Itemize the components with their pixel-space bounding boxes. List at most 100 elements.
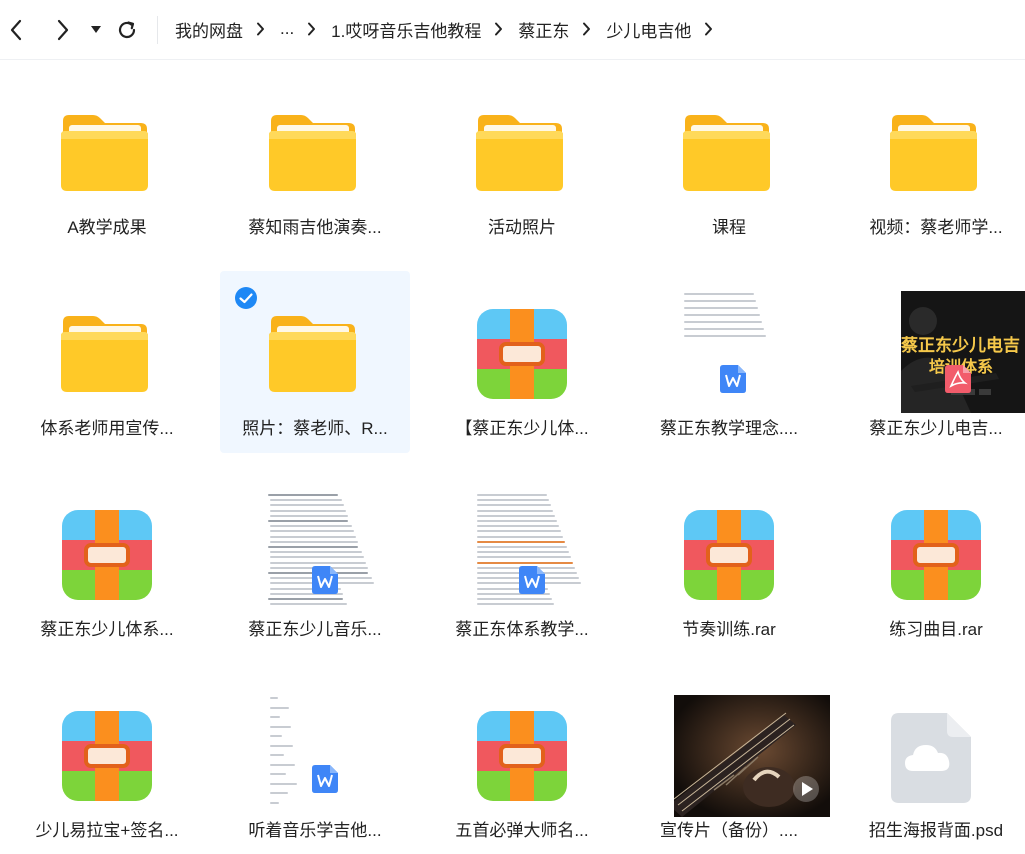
toolbar-divider [157,16,158,44]
file-name: A教学成果 [67,218,147,237]
file-item-folder[interactable]: 蔡知雨吉他演奏... [220,70,410,252]
file-name: 蔡知雨吉他演奏... [248,218,382,237]
folder-icon [269,316,356,392]
document-preview [678,289,794,413]
word-file-icon [312,566,338,594]
file-thumbnail [841,472,1025,612]
file-thumbnail [634,673,830,817]
poster-preview: 蔡正东少儿电吉 培训体系 [901,291,1025,413]
archive-icon [477,711,567,801]
file-name: 蔡正东少儿电吉... [869,419,1003,438]
chevron-right-icon [57,19,69,41]
file-thumbnail [427,673,617,813]
breadcrumb-item[interactable]: ... [280,19,294,39]
word-file-icon [720,365,746,393]
file-name: 蔡正东体系教学... [455,620,589,639]
forward-button[interactable] [49,14,77,46]
file-name: 蔡正东教学理念.... [660,419,798,438]
archive-icon [62,711,152,801]
chevron-right-icon [704,22,713,36]
folder-icon [683,115,770,191]
file-thumbnail [634,70,824,210]
file-item-rar[interactable]: 【蔡正东少儿体... [427,271,617,453]
chevron-right-icon [256,22,265,36]
file-name: 宣传片（备份）.... [660,821,798,840]
breadcrumb-item[interactable]: 我的网盘 [175,17,243,42]
chevron-left-icon [10,19,22,41]
file-item-folder[interactable]: 照片：蔡老师、R... [220,271,410,453]
folder-icon [61,115,148,191]
file-item-rar[interactable]: 练习曲目.rar [841,472,1025,654]
file-thumbnail [220,472,410,614]
breadcrumb-item[interactable]: 1.哎呀音乐吉他教程 [331,17,481,42]
archive-icon [684,510,774,600]
history-dropdown-button[interactable] [86,14,106,46]
file-item-doc[interactable]: 蔡正东体系教学... [427,472,617,654]
breadcrumb-item[interactable]: 少儿电吉他 [606,17,691,42]
archive-icon [62,510,152,600]
file-item-folder[interactable]: A教学成果 [12,70,202,252]
file-thumbnail [12,673,202,813]
file-name: 听着音乐学吉他... [248,821,382,840]
breadcrumb: 我的网盘... 1.哎呀音乐吉他教程 蔡正东 少儿电吉他 [175,0,728,58]
file-thumbnail [12,271,202,411]
file-item-doc[interactable]: 听着音乐学吉他... [220,673,410,854]
file-item-folder[interactable]: 课程 [634,70,824,252]
file-item-pdf[interactable]: 蔡正东少儿电吉 培训体系 蔡正东少儿电吉... [841,271,1025,453]
poster-title-line2: 培训体系 [929,353,1025,377]
file-item-rar[interactable]: 少儿易拉宝+签名... [12,673,202,854]
file-thumbnail [841,70,1025,210]
video-thumbnail [674,695,830,817]
file-item-rar[interactable]: 蔡正东少儿体系... [12,472,202,654]
folder-icon [269,115,356,191]
document-preview [264,490,380,614]
file-item-folder[interactable]: 视频：蔡老师学... [841,70,1025,252]
file-item-folder[interactable]: 活动照片 [427,70,617,252]
file-thumbnail [220,673,410,815]
file-name: 【蔡正东少儿体... [455,419,589,438]
caret-down-icon [91,26,101,33]
file-item-doc[interactable]: 蔡正东教学理念.... [634,271,824,453]
selected-check-icon[interactable] [234,286,258,310]
file-name: 练习曲目.rar [889,620,983,639]
file-thumbnail [12,70,202,210]
file-thumbnail [220,70,410,210]
chevron-right-icon [494,22,503,36]
file-name: 节奏训练.rar [682,620,776,639]
play-icon[interactable] [792,775,820,803]
file-item-doc[interactable]: 蔡正东少儿音乐... [220,472,410,654]
breadcrumb-item[interactable]: 蔡正东 [518,17,569,42]
file-thumbnail [12,472,202,612]
archive-icon [891,510,981,600]
back-button[interactable] [2,14,30,46]
file-thumbnail [634,271,824,413]
refresh-button[interactable] [113,14,141,46]
archive-icon [477,309,567,399]
folder-icon [890,115,977,191]
word-file-icon [312,765,338,793]
toolbar: 我的网盘... 1.哎呀音乐吉他教程 蔡正东 少儿电吉他 [0,0,1025,60]
file-name: 招生海报背面.psd [868,821,1004,840]
file-name: 课程 [712,218,746,237]
file-item-folder[interactable]: 体系老师用宣传... [12,271,202,453]
file-item-rar[interactable]: 五首必弹大师名... [427,673,617,854]
file-thumbnail [841,673,1025,813]
refresh-icon [118,21,136,39]
file-name: 少儿易拉宝+签名... [35,821,179,840]
document-preview [471,490,587,614]
file-name: 视频：蔡老师学... [869,218,1003,237]
folder-icon [61,316,148,392]
file-name: 蔡正东少儿体系... [40,620,174,639]
folder-icon [476,115,563,191]
file-item-rar[interactable]: 节奏训练.rar [634,472,824,654]
chevron-right-icon [582,22,591,36]
file-item-psd[interactable]: 招生海报背面.psd [841,673,1025,854]
file-thumbnail: 蔡正东少儿电吉 培训体系 [841,271,1025,413]
document-preview [264,693,380,815]
file-thumbnail [427,70,617,210]
file-name: 照片：蔡老师、R... [242,419,388,438]
file-name: 体系老师用宣传... [40,419,174,438]
file-thumbnail [427,472,617,614]
chevron-right-icon [307,22,316,36]
file-item-video[interactable]: 宣传片（备份）.... [634,673,830,854]
